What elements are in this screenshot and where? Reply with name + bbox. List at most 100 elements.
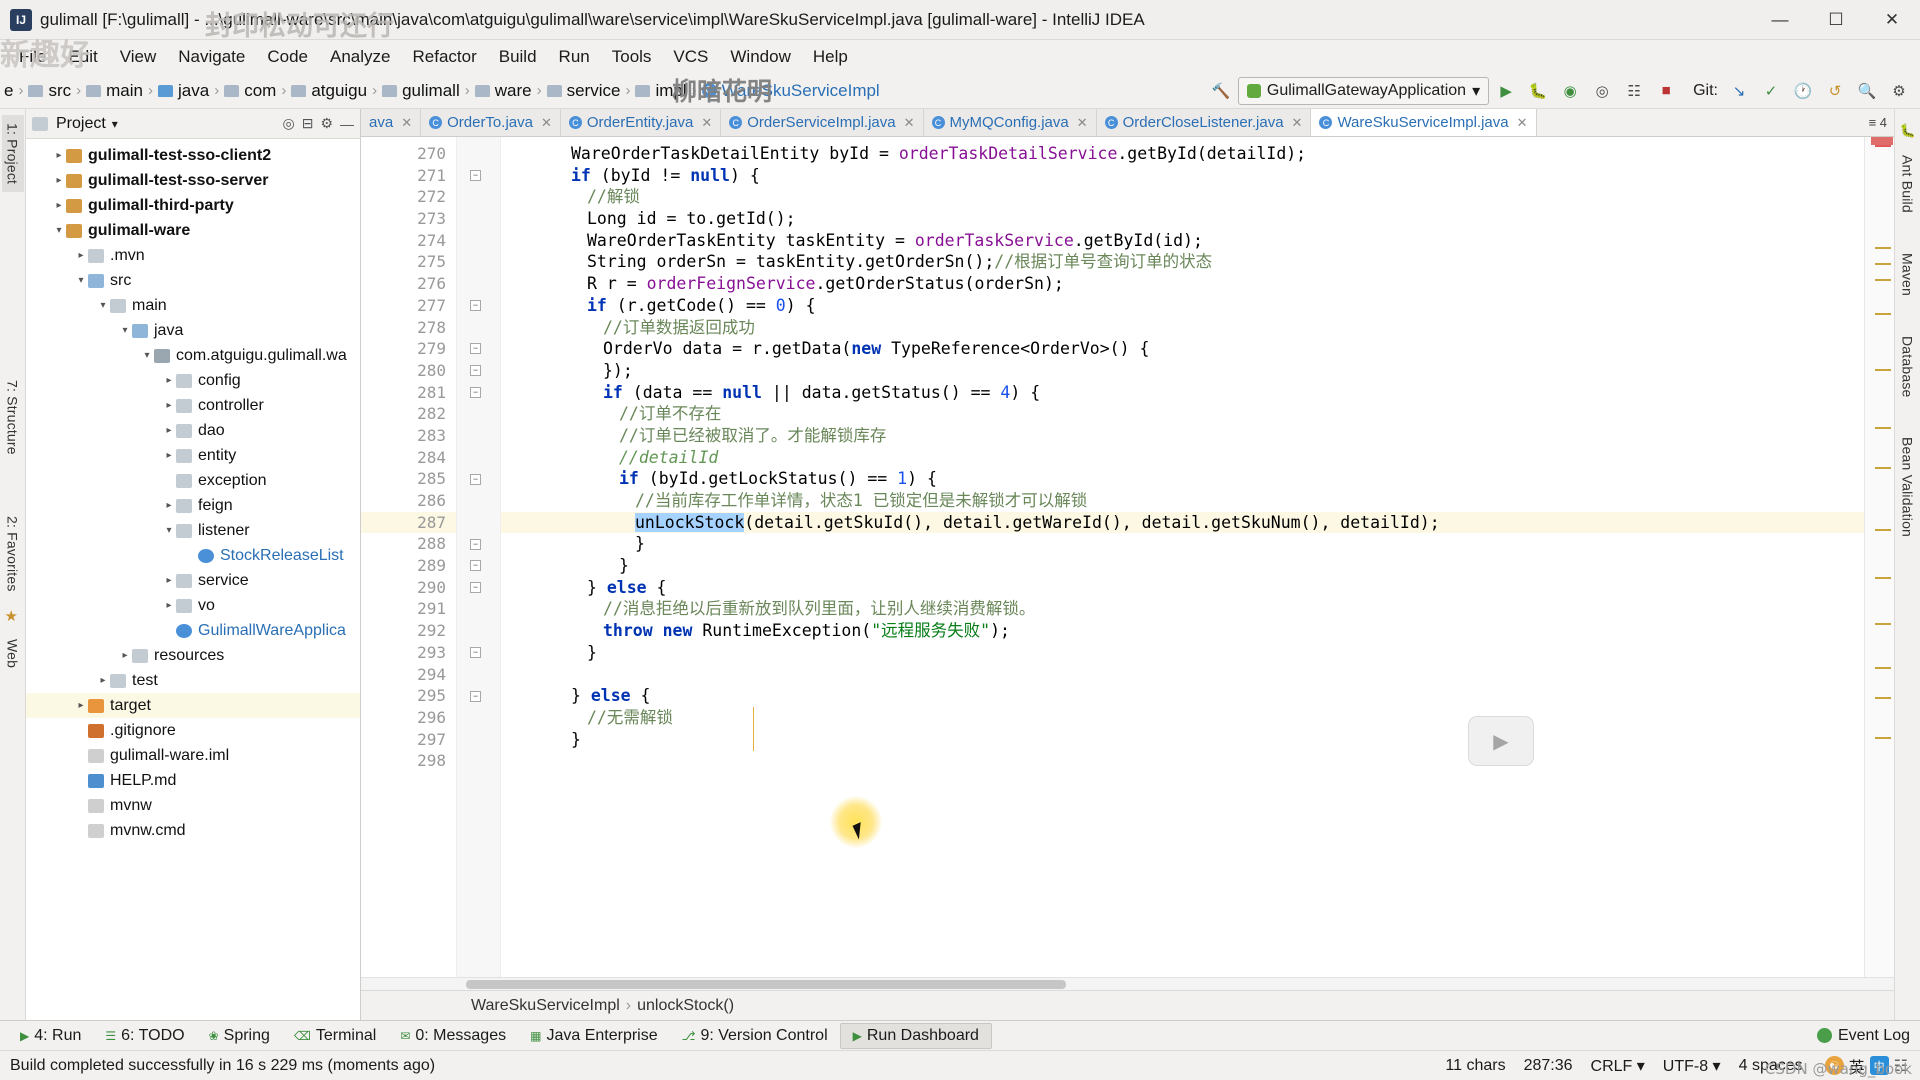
run-icon[interactable]: ▶ (1491, 77, 1521, 105)
stop-icon[interactable]: ■ (1651, 77, 1681, 105)
close-tab-icon[interactable]: ✕ (1517, 115, 1528, 131)
tree-node[interactable]: exception (26, 468, 360, 493)
code-line[interactable]: //当前库存工作单详情，状态1 已锁定但是未解锁才可以解锁 (501, 490, 1864, 512)
search-everywhere-icon[interactable]: 🔍 (1852, 77, 1882, 105)
editor-tab[interactable]: ava ✕ (361, 109, 422, 136)
chevron-right-icon[interactable]: ▸ (162, 500, 176, 511)
tree-node[interactable]: ▸ resources (26, 643, 360, 668)
tree-node[interactable]: ▾ src (26, 268, 360, 293)
chevron-right-icon[interactable]: ▸ (162, 600, 176, 611)
menu-vcs[interactable]: VCS (662, 44, 719, 70)
close-tab-icon[interactable]: ✕ (1292, 115, 1303, 131)
menu-code[interactable]: Code (256, 44, 319, 70)
gear-icon[interactable]: ⚙ (320, 115, 333, 132)
tree-node[interactable]: ▸ gulimall-test-sso-client2 (26, 143, 360, 168)
chevron-right-icon[interactable]: ▸ (96, 675, 110, 686)
chevron-down-icon[interactable]: ▾ (112, 117, 118, 131)
editor-tab[interactable]: C OrderServiceImpl.java ✕ (721, 109, 924, 136)
maximize-icon[interactable]: ☐ (1808, 0, 1864, 40)
menu-view[interactable]: View (109, 44, 168, 70)
fold-toggle-icon[interactable]: − (470, 299, 481, 311)
minimize-icon[interactable]: — (1752, 0, 1808, 40)
tree-node[interactable]: ▸ config (26, 368, 360, 393)
code-line[interactable]: //消息拒绝以后重新放到队列里面，让别人继续消费解锁。 (501, 598, 1864, 620)
tool-window-button[interactable]: ✉ 0: Messages (388, 1024, 518, 1048)
tree-node[interactable]: ▸ .mvn (26, 243, 360, 268)
menu-edit[interactable]: Edit (57, 44, 108, 70)
video-play-overlay[interactable]: ▶ (1468, 716, 1534, 766)
tree-node[interactable]: HELP.md (26, 768, 360, 793)
tree-node[interactable]: ▸ controller (26, 393, 360, 418)
tree-node[interactable]: GulimallWareApplica (26, 618, 360, 643)
chevron-right-icon[interactable]: ▸ (52, 200, 66, 211)
breadcrumb-item-atguigu[interactable]: atguigu (311, 81, 367, 101)
commit-icon[interactable]: ✓ (1756, 77, 1786, 105)
tree-node[interactable]: ▸ feign (26, 493, 360, 518)
tree-node[interactable]: mvnw.cmd (26, 818, 360, 843)
tree-node[interactable]: ▾ main (26, 293, 360, 318)
collapse-all-icon[interactable]: ⊟ (302, 115, 314, 132)
tool-window-button[interactable]: ▶ Run Dashboard (839, 1022, 992, 1049)
chevron-right-icon[interactable]: ▸ (162, 425, 176, 436)
tool-window-button[interactable]: ⎇ 9: Version Control (670, 1024, 840, 1048)
close-tab-icon[interactable]: ✕ (904, 115, 915, 131)
tree-node[interactable]: ▸ gulimall-third-party (26, 193, 360, 218)
fold-toggle-icon[interactable]: − (470, 690, 481, 702)
star-icon[interactable]: ★ (5, 607, 21, 625)
close-icon[interactable]: ✕ (1864, 0, 1920, 40)
close-tab-icon[interactable]: ✕ (401, 115, 412, 131)
close-tab-icon[interactable]: ✕ (701, 115, 712, 131)
chevron-right-icon[interactable]: ▸ (74, 250, 88, 261)
tree-node[interactable]: ▸ gulimall-test-sso-server (26, 168, 360, 193)
tree-node[interactable]: ▸ vo (26, 593, 360, 618)
chevron-down-icon[interactable]: ▾ (52, 225, 66, 236)
chevron-down-icon[interactable]: ▾ (118, 325, 132, 336)
code-line[interactable]: } else { (501, 685, 1864, 707)
ime-more-icon[interactable]: ☷ (1894, 1056, 1908, 1076)
fold-toggle-icon[interactable]: − (470, 169, 481, 181)
menu-run[interactable]: Run (548, 44, 601, 70)
editor-tab[interactable]: C OrderCloseListener.java ✕ (1096, 109, 1312, 136)
breadcrumb-item-main[interactable]: main (106, 81, 143, 101)
history-icon[interactable]: 🕐 (1788, 77, 1818, 105)
event-log-button[interactable]: Event Log (1816, 1027, 1920, 1045)
editor-tab[interactable]: C MyMQConfig.java ✕ (923, 109, 1097, 136)
breadcrumb-item-com[interactable]: com (244, 81, 276, 101)
code-line[interactable]: throw new RuntimeException("远程服务失败"); (501, 620, 1864, 642)
code-line[interactable] (501, 664, 1864, 686)
editor-tab[interactable]: C OrderEntity.java ✕ (560, 109, 722, 136)
chevron-right-icon[interactable]: ▸ (118, 650, 132, 661)
tree-node[interactable]: ▸ test (26, 668, 360, 693)
update-project-icon[interactable]: ↘ (1724, 77, 1754, 105)
code-editor[interactable]: 270 271 272 273 274 275 276 277 278 279 280 281 282 2… (361, 137, 1894, 977)
tree-node[interactable]: ▸ dao (26, 418, 360, 443)
menu-analyze[interactable]: Analyze (319, 44, 401, 70)
code-line[interactable]: }); (501, 360, 1864, 382)
run-with-coverage-icon[interactable]: ◉ (1555, 77, 1585, 105)
code-line[interactable]: String orderSn = taskEntity.getOrderSn()… (501, 251, 1864, 273)
chevron-right-icon[interactable]: ▸ (162, 400, 176, 411)
menu-navigate[interactable]: Navigate (167, 44, 256, 70)
fold-toggle-icon[interactable]: − (470, 560, 481, 572)
sidebar-item-structure[interactable]: 7: Structure (2, 372, 24, 463)
code-line[interactable]: //订单不存在 (501, 403, 1864, 425)
editor-tab[interactable]: C WareSkuServiceImpl.java ✕ (1311, 109, 1537, 136)
tree-node[interactable]: mvnw (26, 793, 360, 818)
menu-build[interactable]: Build (488, 44, 548, 70)
breadcrumb-item-src[interactable]: src (48, 81, 71, 101)
code-line[interactable]: if (r.getCode() == 0) { (501, 295, 1864, 317)
tree-node[interactable]: StockReleaseList (26, 543, 360, 568)
settings-icon[interactable]: ⚙ (1884, 77, 1914, 105)
attach-process-icon[interactable]: ☷ (1619, 77, 1649, 105)
breadcrumb-item-class[interactable]: WareSkuServiceImpl (722, 81, 880, 101)
tree-node[interactable]: ▸ service (26, 568, 360, 593)
sidebar-item-database[interactable]: Database (1897, 328, 1919, 406)
build-hammer-icon[interactable]: 🔨 (1206, 77, 1236, 105)
editor-breadcrumb-method[interactable]: unlockStock() (637, 997, 734, 1015)
code-line[interactable] (501, 750, 1864, 772)
code-folding-gutter[interactable]: − − − − − − − − − − − (456, 137, 501, 977)
sidebar-item-favorites[interactable]: 2: Favorites (2, 508, 24, 600)
menu-file[interactable]: File (8, 44, 57, 70)
code-line[interactable]: } (501, 533, 1864, 555)
tree-node[interactable]: gulimall-ware.iml (26, 743, 360, 768)
